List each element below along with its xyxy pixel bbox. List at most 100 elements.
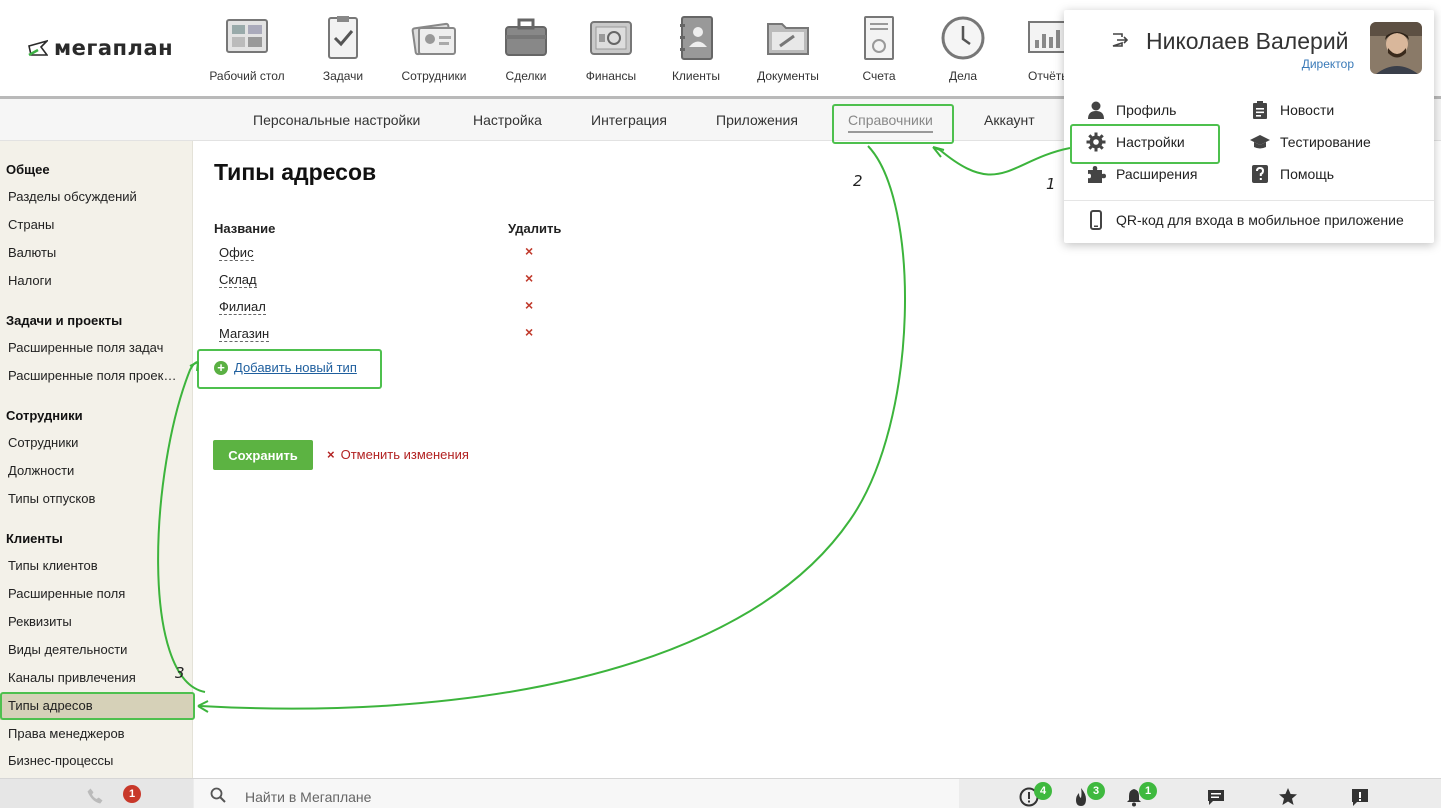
subnav-applications[interactable]: Приложения	[716, 112, 798, 128]
delete-icon[interactable]: ×	[525, 270, 533, 286]
avatar-photo	[1370, 22, 1422, 74]
star-icon[interactable]	[1278, 787, 1298, 807]
subnav-directories[interactable]: Справочники	[848, 112, 933, 133]
sidebar-group-title: Задачи и проекты	[6, 313, 123, 328]
delete-icon[interactable]: ×	[525, 297, 533, 313]
cancel-link[interactable]: × Отменить изменения	[327, 447, 469, 462]
subnav-account[interactable]: Аккаунт	[984, 112, 1035, 128]
user-role: Директор	[1301, 57, 1354, 71]
logo-text: мегаплан	[54, 36, 174, 60]
sidebar-item[interactable]: Расширенные поля проектов	[8, 368, 178, 383]
sidebar-item[interactable]: Каналы привлечения	[8, 670, 136, 685]
sidebar-item[interactable]: Права менеджеров	[8, 726, 125, 741]
subnav-personal[interactable]: Персональные настройки	[253, 112, 420, 128]
column-header-delete: Удалить	[508, 221, 562, 236]
logo[interactable]: мегаплан	[28, 36, 173, 60]
invoices-icon	[864, 16, 894, 60]
sidebar-item[interactable]: Должности	[8, 463, 74, 478]
save-button[interactable]: Сохранить	[213, 440, 313, 470]
desktop-icon	[226, 19, 268, 53]
documents-icon	[767, 23, 809, 55]
menu-item-profile[interactable]: Профиль	[1086, 100, 1176, 120]
employees-icon	[411, 22, 456, 56]
menu-item-qr-code[interactable]: QR-код для входа в мобильное приложение	[1086, 210, 1404, 230]
sidebar-item[interactable]: Типы отпусков	[8, 491, 95, 506]
sidebar-group-title: Сотрудники	[6, 408, 83, 423]
address-type-name[interactable]: Офис	[219, 245, 254, 261]
sidebar-item[interactable]: Разделы обсуждений	[8, 189, 137, 204]
delete-icon[interactable]: ×	[525, 243, 533, 259]
avatar[interactable]	[1370, 22, 1422, 74]
sidebar-item[interactable]: Типы клиентов	[8, 558, 98, 573]
plus-circle-icon: +	[214, 360, 228, 375]
user-menu: Николаев Валерий Директор Профиль Новост…	[1064, 10, 1434, 243]
add-type-label: Добавить новый тип	[234, 360, 357, 375]
sidebar: Общее Разделы обсуждений Страны Валюты Н…	[0, 141, 193, 778]
menu-item-extensions[interactable]: Расширения	[1086, 164, 1197, 184]
bottom-left-panel: 1	[0, 779, 193, 808]
clients-icon	[680, 16, 713, 60]
nav-item-clients[interactable]: Клиенты	[651, 14, 741, 83]
clock-icon	[941, 16, 985, 60]
nav-item-invoices[interactable]: Счета	[834, 14, 924, 83]
phone-icon[interactable]	[86, 787, 104, 805]
bottom-bar: 1 Найти в Мегаплане 4 3 1	[0, 778, 1441, 808]
logout-icon[interactable]	[1112, 32, 1128, 48]
sidebar-item[interactable]: Сотрудники	[8, 435, 78, 450]
nav-item-employees[interactable]: Сотрудники	[389, 14, 479, 83]
step-number-2: 2	[853, 172, 863, 190]
nav-item-tasks[interactable]: Задачи	[298, 14, 388, 83]
user-name[interactable]: Николаев Валерий	[1146, 28, 1349, 55]
hot-badge: 3	[1087, 782, 1105, 800]
add-type-link[interactable]: + Добавить новый тип	[214, 360, 357, 375]
address-type-name[interactable]: Магазин	[219, 326, 270, 342]
clipboard-icon	[1253, 101, 1267, 119]
question-icon	[1252, 165, 1268, 183]
menu-item-testing[interactable]: Тестирование	[1250, 132, 1371, 152]
step-number-1: 1	[1046, 175, 1056, 193]
search-input[interactable]: Найти в Мегаплане	[245, 789, 371, 805]
address-type-name[interactable]: Филиал	[219, 299, 266, 315]
alerts-badge: 4	[1034, 782, 1052, 800]
person-icon	[1088, 101, 1104, 119]
page-title: Типы адресов	[214, 159, 377, 185]
feedback-icon[interactable]	[1350, 787, 1370, 807]
nav-item-deals[interactable]: Сделки	[481, 14, 571, 83]
sidebar-item[interactable]: Налоги	[8, 273, 52, 288]
menu-item-news[interactable]: Новости	[1250, 100, 1334, 120]
graduation-cap-icon	[1250, 135, 1270, 149]
nav-item-affairs[interactable]: Дела	[918, 14, 1008, 83]
sidebar-item[interactable]: Расширенные поля задач	[8, 340, 163, 355]
sidebar-item[interactable]: Виды деятельности	[8, 642, 127, 657]
chat-icon[interactable]	[1206, 787, 1226, 807]
sidebar-item[interactable]: Валюты	[8, 245, 56, 260]
logo-mark-icon	[28, 39, 48, 57]
sidebar-item[interactable]: Бизнес-процессы	[8, 753, 113, 768]
step-number-3: 3	[175, 664, 185, 682]
subnav-settings[interactable]: Настройка	[473, 112, 542, 128]
menu-divider	[1064, 200, 1434, 201]
search-icon	[210, 787, 226, 803]
nav-item-finance[interactable]: Финансы	[566, 14, 656, 83]
finance-icon	[590, 21, 632, 55]
sidebar-item[interactable]: Реквизиты	[8, 614, 72, 629]
address-type-name[interactable]: Склад	[219, 272, 257, 288]
delete-icon[interactable]: ×	[525, 324, 533, 340]
menu-item-settings[interactable]: Настройки	[1086, 132, 1185, 152]
nav-item-desktop[interactable]: Рабочий стол	[202, 14, 292, 83]
sidebar-group-title: Клиенты	[6, 531, 63, 546]
sidebar-item[interactable]: Расширенные поля	[8, 586, 125, 601]
cancel-label: Отменить изменения	[340, 447, 469, 462]
puzzle-icon	[1088, 166, 1106, 183]
sidebar-item[interactable]: Страны	[8, 217, 54, 232]
notifications-badge: 1	[1139, 782, 1157, 800]
tasks-icon	[328, 16, 358, 59]
subnav-integration[interactable]: Интеграция	[591, 112, 667, 128]
menu-item-help[interactable]: Помощь	[1250, 164, 1334, 184]
nav-item-documents[interactable]: Документы	[743, 14, 833, 83]
sidebar-item-address-types[interactable]: Типы адресов	[8, 698, 93, 713]
column-header-name: Название	[214, 221, 276, 236]
mobile-phone-icon	[1090, 210, 1102, 230]
calls-badge: 1	[123, 785, 141, 803]
deals-icon	[505, 18, 547, 56]
